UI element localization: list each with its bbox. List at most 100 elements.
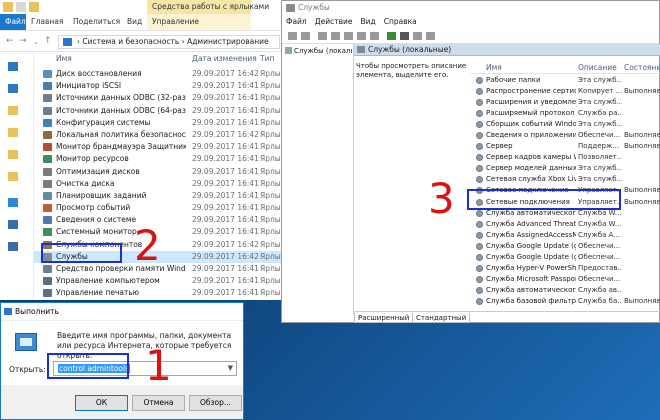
- tab-manage[interactable]: Управление: [147, 14, 251, 30]
- service-row[interactable]: Служба Advanced Threat P...Служба W...: [470, 219, 660, 230]
- service-status: Выполняется: [624, 186, 660, 195]
- new-folder-icon[interactable]: [29, 2, 39, 12]
- service-row[interactable]: Сведения о приложении Обеспечи... Выполняе…: [470, 130, 660, 141]
- gear-icon: [285, 47, 292, 54]
- breadcrumb[interactable]: › Система и безопасность › Администриров…: [58, 35, 280, 49]
- refresh-icon[interactable]: [344, 32, 353, 40]
- file-list-item[interactable]: Монитор брандмауэра Защитника Win... 29.0…: [34, 141, 285, 153]
- service-row[interactable]: Служба Microsoft Passport Обеспечи...: [470, 274, 660, 285]
- up-arrow-icon[interactable]: ↑: [44, 36, 52, 46]
- column-date[interactable]: Дата изменения: [192, 54, 257, 63]
- service-row[interactable]: Сервер кадров камеры Wi...Позволяет...: [470, 152, 660, 163]
- services-window: Службы Файл Действие Вид Справка Службы …: [281, 0, 660, 323]
- file-list-item[interactable]: Диск восстановления 29.09.2017 16:42 Ярлык: [34, 68, 285, 80]
- folder-icon[interactable]: [8, 150, 18, 159]
- ok-button[interactable]: ОК: [75, 395, 128, 411]
- chevron-down-icon[interactable]: ▼: [228, 362, 233, 375]
- menu-file[interactable]: Файл: [286, 15, 307, 28]
- export-icon[interactable]: [357, 32, 366, 40]
- file-list-item[interactable]: Управление печатью 29.09.2017 16:41 Ярлык: [34, 287, 285, 299]
- service-description: Служба ав...: [578, 285, 622, 294]
- service-row[interactable]: Служба базовой фильтрац...Служба ба...Вы…: [470, 296, 660, 307]
- column-type[interactable]: Тип: [260, 54, 274, 63]
- shortcut-icon: [43, 143, 52, 152]
- folder-icon[interactable]: [8, 106, 18, 115]
- file-list-item[interactable]: Оптимизация дисков 29.09.2017 16:41 Ярлык: [34, 166, 285, 178]
- service-row[interactable]: Распространение сертифи...Копирует ...Вы…: [470, 86, 660, 97]
- file-date: 29.09.2017 16:41: [192, 288, 259, 298]
- service-row[interactable]: Служба AssignedAccessMa...Служба A...: [470, 230, 660, 241]
- file-list-item[interactable]: Инициатор iSCSI 29.09.2017 16:41 Ярлык: [34, 80, 285, 92]
- back-arrow-icon[interactable]: ←: [6, 36, 14, 46]
- file-date: 29.09.2017 16:41: [192, 154, 259, 164]
- service-row[interactable]: Служба Google Update (gu...Обеспечи...: [470, 252, 660, 263]
- browse-button[interactable]: Обзор...: [189, 395, 242, 411]
- gear-icon: [476, 132, 483, 140]
- service-row[interactable]: Сборщик событий WindowsЭта служб...: [470, 119, 660, 130]
- service-description: Обеспечи...: [578, 252, 621, 261]
- service-row[interactable]: Служба Google Update (gu...Обеспечи...: [470, 241, 660, 252]
- file-list-item[interactable]: Источники данных ODBC (64-разрядна... 29.…: [34, 105, 285, 117]
- file-list-item[interactable]: Источники данных ODBC (32-разрядна... 29.…: [34, 92, 285, 104]
- restart-icon[interactable]: [426, 32, 435, 40]
- quick-access-icon[interactable]: [8, 62, 18, 71]
- tab-home[interactable]: Главная: [26, 14, 68, 30]
- gear-icon: [476, 264, 483, 272]
- folder-icon[interactable]: [8, 128, 18, 137]
- file-list-item[interactable]: Очистка диска 29.09.2017 16:41 Ярлык: [34, 178, 285, 190]
- help-icon[interactable]: [370, 32, 379, 40]
- tab-view[interactable]: Вид: [122, 14, 147, 30]
- column-name[interactable]: Имя: [56, 54, 72, 63]
- column-name[interactable]: Имя: [486, 63, 502, 72]
- services-panel-header: Службы (локальные): [354, 44, 660, 56]
- column-description[interactable]: Описание: [578, 63, 617, 72]
- onedrive-icon[interactable]: [8, 198, 18, 207]
- file-list-item[interactable]: Управление компьютером 29.09.2017 16:41 Яр…: [34, 275, 285, 287]
- properties-icon[interactable]: [16, 2, 26, 12]
- service-row[interactable]: Сетевая служба Xbox Live Эта служб...: [470, 174, 660, 185]
- recent-chevron-icon[interactable]: ⌄: [33, 38, 39, 46]
- this-pc-icon[interactable]: [8, 220, 18, 229]
- gear-icon: [476, 220, 483, 228]
- file-list-item[interactable]: Просмотр событий 29.09.2017 16:41 Ярлык: [34, 202, 285, 214]
- service-row[interactable]: Сервер моделей данных п...Эта служб...: [470, 163, 660, 174]
- file-list-item[interactable]: Локальная политика безопасности 29.09.201…: [34, 129, 285, 141]
- file-name: Управление печатью: [56, 288, 140, 298]
- menu-help[interactable]: Справка: [384, 15, 417, 28]
- service-row[interactable]: Расширения и уведомлен...Эта служб...: [470, 97, 660, 108]
- service-row[interactable]: Служба автоматического ...Служба ав...: [470, 285, 660, 296]
- service-row[interactable]: Рабочие папки Эта служб...: [470, 75, 660, 86]
- services-list-header: Имя Описание Состояние: [470, 62, 660, 74]
- tab-file[interactable]: Файл: [0, 14, 26, 30]
- forward-icon[interactable]: [301, 32, 310, 40]
- service-row[interactable]: Сервер Поддерж... Выполняется: [470, 141, 660, 152]
- service-row[interactable]: Расширяемый протокол п...Служба ра...: [470, 108, 660, 119]
- file-name: Планировщик заданий: [56, 190, 147, 200]
- explorer-titlebar: Средства работы с ярлыками: [0, 0, 283, 14]
- back-icon[interactable]: [288, 32, 297, 40]
- pause-icon[interactable]: [413, 32, 422, 40]
- shortcut-icon: [43, 106, 52, 115]
- tree-item-services-local[interactable]: Службы (локальные): [284, 46, 352, 56]
- file-list-item[interactable]: Конфигурация системы 29.09.2017 16:41 Ярлы…: [34, 117, 285, 129]
- cancel-button[interactable]: Отмена: [132, 395, 185, 411]
- service-name: Служба Google Update (gu...: [486, 252, 576, 261]
- properties-icon[interactable]: [331, 32, 340, 40]
- tab-standard[interactable]: Стандартный: [412, 313, 471, 323]
- file-name: Средство проверки памяти Windows: [56, 264, 186, 273]
- file-list-item[interactable]: Планировщик заданий 29.09.2017 16:41 Ярлык: [34, 190, 285, 202]
- stop-icon[interactable]: [400, 32, 409, 40]
- column-status[interactable]: Состояние: [624, 63, 660, 72]
- tab-share[interactable]: Поделиться: [68, 14, 122, 30]
- folder-icon[interactable]: [8, 172, 18, 181]
- menu-view[interactable]: Вид: [360, 15, 375, 28]
- file-list-item[interactable]: Монитор ресурсов 29.09.2017 16:41 Ярлык: [34, 153, 285, 165]
- start-icon[interactable]: [387, 32, 396, 40]
- tab-extended[interactable]: Расширенный: [354, 313, 414, 323]
- show-tree-icon[interactable]: [318, 32, 327, 40]
- forward-arrow-icon[interactable]: →: [19, 36, 27, 46]
- menu-action[interactable]: Действие: [315, 15, 353, 28]
- network-icon[interactable]: [8, 242, 18, 251]
- desktop-icon[interactable]: [8, 84, 18, 93]
- service-row[interactable]: Служба Hyper-V PowerShe...Предостав...: [470, 263, 660, 274]
